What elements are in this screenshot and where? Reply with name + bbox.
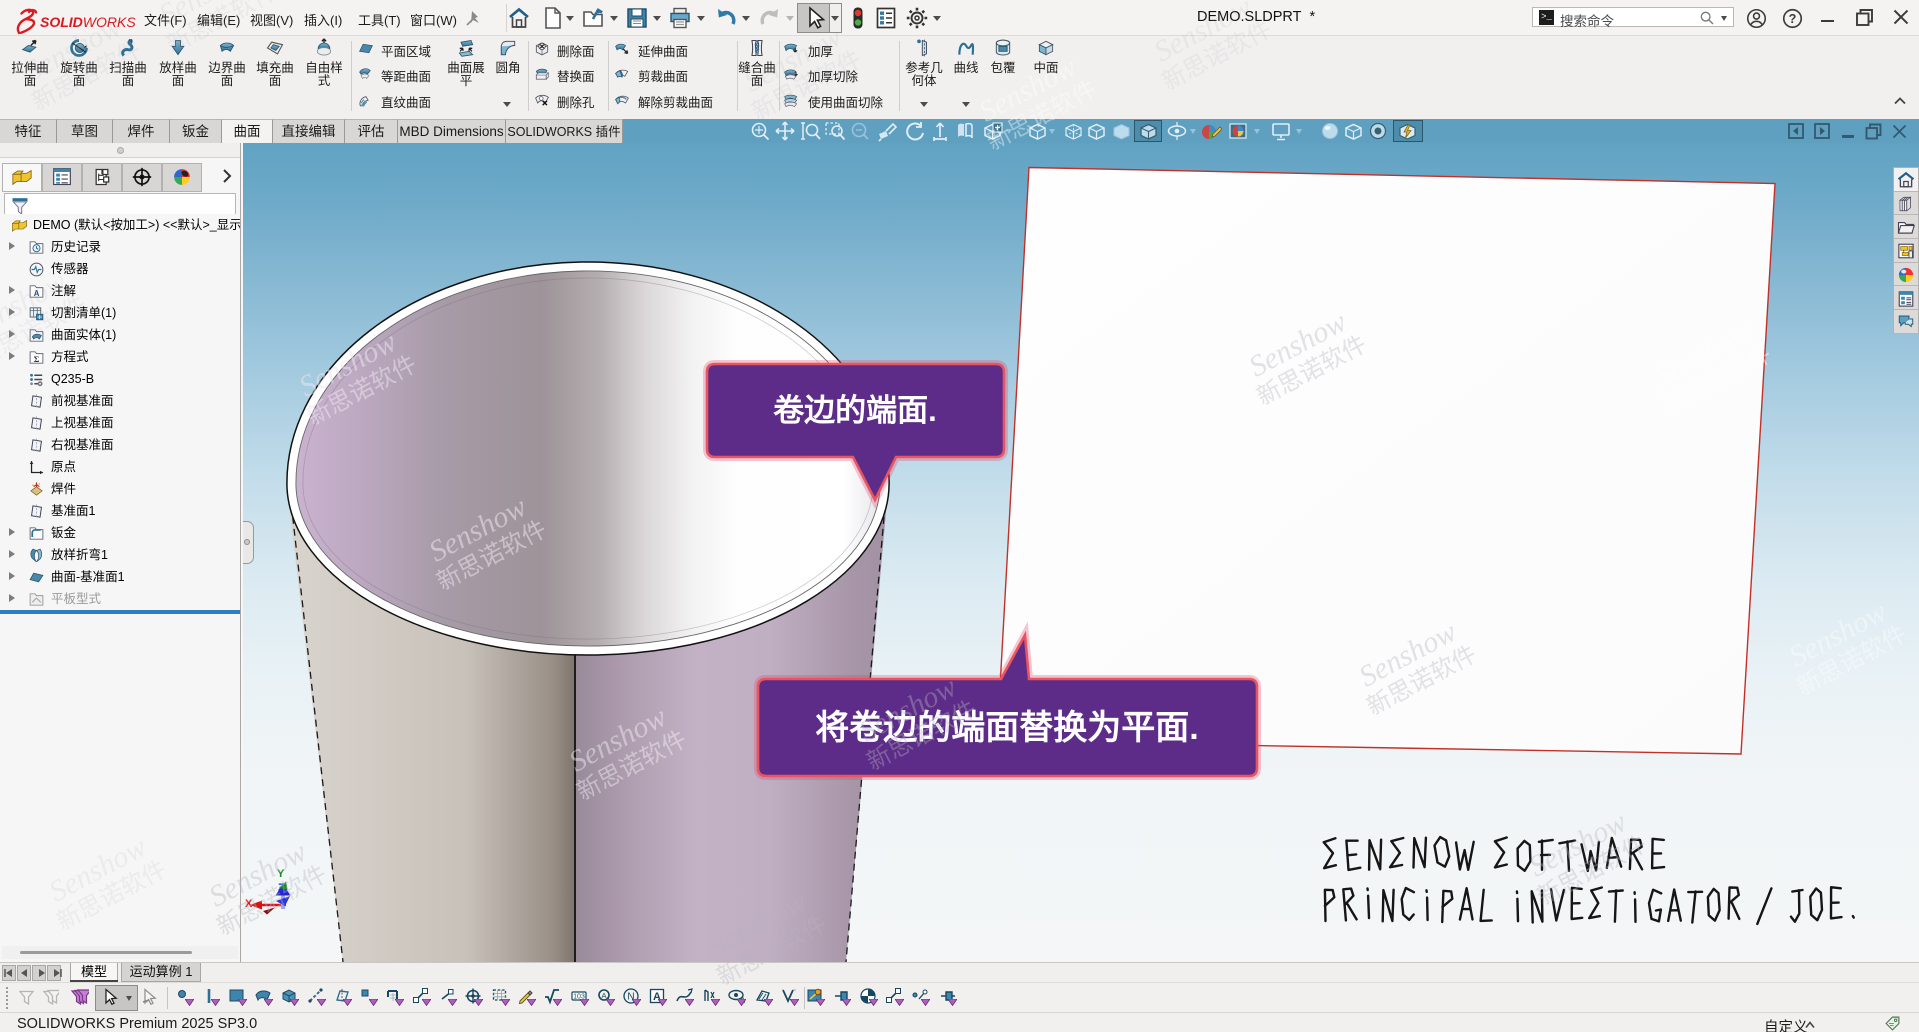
- svg-text:Y: Y: [277, 868, 285, 880]
- svg-text:X: X: [245, 898, 253, 910]
- svg-text:卷边的端面.: 卷边的端面.: [773, 393, 937, 428]
- svg-text:SOLIDWORKS: SOLIDWORKS: [40, 14, 136, 30]
- svg-text:将卷边的端面替换为平面.: 将卷边的端面替换为平面.: [815, 709, 1198, 747]
